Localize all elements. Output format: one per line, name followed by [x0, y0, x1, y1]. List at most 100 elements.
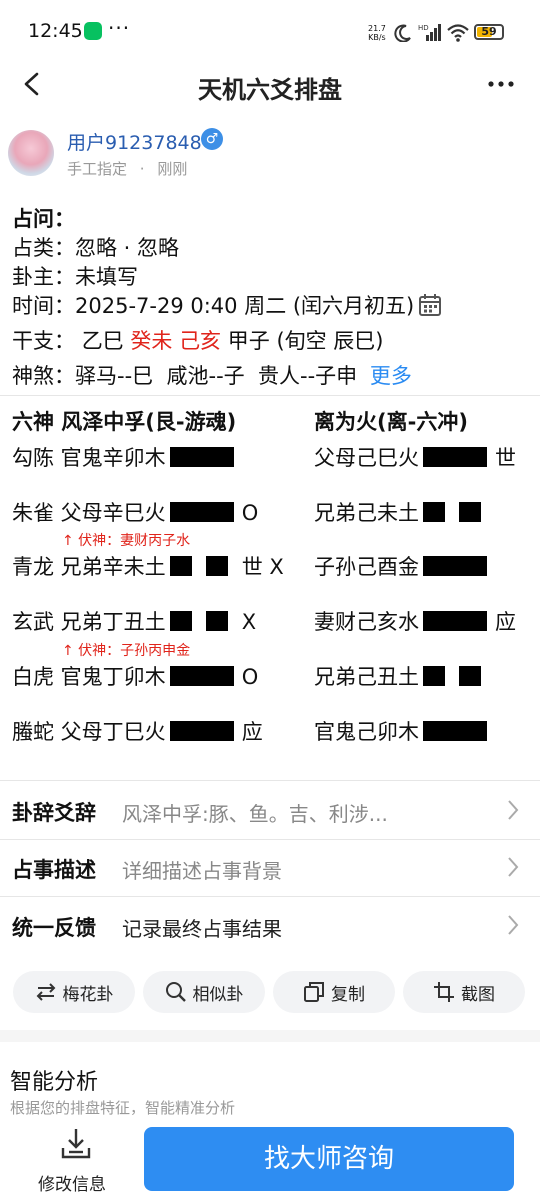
- left-yao-row: 白虎 官鬼丁卯木 O: [12, 661, 258, 691]
- yao-text: 兄弟己丑土: [314, 665, 419, 689]
- yao-text: 白虎 官鬼丁卯木: [12, 665, 166, 689]
- battery-level: 59: [481, 25, 497, 38]
- yang-line: [423, 555, 487, 579]
- ganzhi-day: 己亥: [179, 329, 222, 353]
- yao-mark: O: [241, 501, 259, 525]
- yin-line: [169, 610, 242, 634]
- yao-mark: 应: [241, 720, 263, 744]
- search-icon: [165, 982, 186, 1002]
- ganzhi-row: 干支： 乙巳 癸未 己亥 甲子 (旬空 辰巳): [12, 325, 384, 355]
- copy-label: 复制: [331, 984, 365, 1005]
- yang-line: [169, 665, 234, 689]
- chevron-right-icon: [508, 915, 519, 935]
- yao-mark: O: [241, 665, 259, 689]
- ganzhi-month: 癸未: [130, 329, 173, 353]
- yao-mark: 世: [495, 446, 516, 470]
- section-separator: [0, 1030, 540, 1042]
- menu-value: 风泽中孚:豚、鱼。吉、利涉...: [122, 802, 388, 826]
- left-yao-row: 朱雀 父母辛巳火 O: [12, 497, 258, 527]
- similar-label: 相似卦: [192, 984, 244, 1005]
- yao-text: 朱雀 父母辛巳火: [12, 501, 166, 525]
- right-yao-row: 父母己巳火 世: [314, 442, 516, 472]
- edit-info-button[interactable]: [36, 1126, 116, 1164]
- right-yao-row: 子孙己酉金: [314, 551, 495, 581]
- time-value: 2025-7-29 0:40 周二 (闰六月初五): [75, 294, 415, 318]
- yao-text: 勾陈 官鬼辛卯木: [12, 446, 166, 470]
- shensha-value: 驿马--巳 咸池--子 贵人--子申: [75, 364, 358, 388]
- menu-row-yaoci[interactable]: 卦辞爻辞 风泽中孚:豚、鱼。吉、利涉...: [0, 781, 540, 839]
- yang-line: [169, 501, 234, 525]
- more-notifications-icon: ···: [108, 16, 131, 40]
- meihua-button[interactable]: 梅花卦: [13, 971, 135, 1013]
- yao-mark: 世 X: [241, 555, 284, 579]
- ai-analysis-subtitle: 根据您的排盘特征，智能精准分析: [10, 1099, 236, 1117]
- yao-mark: 应: [495, 610, 516, 634]
- right-yao-row: 妻财己亥水 应: [314, 606, 516, 636]
- cast-time: 刚刚: [157, 160, 188, 178]
- right-yao-row: 官鬼己卯木: [314, 716, 495, 746]
- consult-master-button[interactable]: 找大师咨询: [144, 1127, 514, 1191]
- yang-line: [423, 720, 487, 744]
- right-yao-row: 兄弟己未土: [314, 497, 495, 527]
- divider: [0, 395, 540, 396]
- copy-icon: [304, 982, 324, 1002]
- menu-row-description[interactable]: 占事描述 详细描述占事背景: [0, 840, 540, 896]
- yin-line: [423, 501, 495, 525]
- similar-button[interactable]: 相似卦: [143, 971, 265, 1013]
- status-bar: 12:45 ··· 21.7 KB/s HD 59: [0, 0, 540, 64]
- moon-icon: [394, 24, 411, 42]
- battery-icon: 59: [474, 24, 504, 40]
- meihua-label: 梅花卦: [62, 984, 114, 1005]
- menu-label: 占事描述: [12, 858, 96, 882]
- yao-text: 青龙 兄弟辛未土: [12, 555, 166, 579]
- yao-text: 官鬼己卯木: [314, 720, 419, 744]
- screenshot-button[interactable]: 截图: [403, 971, 525, 1013]
- yao-text: 妻财己亥水: [314, 610, 419, 634]
- wechat-notification-icon: [84, 22, 102, 40]
- question-row: 占问：: [12, 203, 75, 233]
- shensha-more-link[interactable]: 更多: [370, 364, 412, 388]
- wifi-icon: [447, 24, 469, 42]
- chevron-right-icon: [508, 857, 519, 877]
- fushen-annotation: ↑ 伏神：子孙丙申金: [62, 643, 191, 659]
- time-row: 时间：2025-7-29 0:40 周二 (闰六月初五): [12, 290, 442, 320]
- category-value: 忽略 · 忽略: [75, 236, 180, 260]
- edit-info-label[interactable]: 修改信息: [22, 1170, 122, 1195]
- menu-row-feedback[interactable]: 统一反馈 记录最终占事结果: [0, 897, 540, 955]
- question-label: 占问：: [12, 207, 75, 231]
- fushen-annotation: ↑ 伏神：妻财丙子水: [62, 533, 191, 549]
- user-subtitle: 手工指定 · 刚刚: [67, 158, 187, 179]
- status-time: 12:45: [28, 20, 83, 42]
- left-yao-row: 螣蛇 父母丁巳火 应: [12, 716, 263, 746]
- yang-line: [423, 610, 487, 634]
- ganzhi-hour: 甲子: [227, 329, 270, 353]
- copy-button[interactable]: 复制: [273, 971, 395, 1013]
- gender-male-icon: ♂: [201, 128, 223, 150]
- yang-line: [423, 446, 487, 470]
- yao-text: 父母己巳火: [314, 446, 419, 470]
- avatar[interactable]: [8, 130, 54, 176]
- network-speed: 21.7 KB/s: [368, 24, 386, 42]
- chevron-right-icon: [508, 800, 519, 820]
- yin-line: [169, 555, 242, 579]
- ganzhi-label: 干支：: [12, 329, 75, 353]
- owner-row: 卦主：未填写: [12, 261, 138, 291]
- more-options-icon[interactable]: [488, 80, 514, 88]
- time-label: 时间：: [12, 294, 75, 318]
- network-speed-value: 21.7: [368, 24, 386, 33]
- user-name: 用户91237848: [67, 132, 202, 154]
- calendar-icon[interactable]: [418, 293, 442, 317]
- owner-value: 未填写: [75, 265, 138, 289]
- shensha-row: 神煞：驿马--巳 咸池--子 贵人--子申 更多: [12, 360, 412, 390]
- menu-label: 统一反馈: [12, 916, 96, 940]
- yao-text: 玄武 兄弟丁丑土: [12, 610, 166, 634]
- network-speed-unit: KB/s: [368, 33, 386, 42]
- shensha-label: 神煞：: [12, 364, 75, 388]
- crop-icon: [434, 982, 454, 1002]
- signal-icon: HD: [418, 24, 441, 41]
- owner-label: 卦主：: [12, 265, 75, 289]
- yao-text: 兄弟己未土: [314, 501, 419, 525]
- yin-line: [423, 665, 495, 689]
- yang-line: [169, 446, 234, 470]
- yang-line: [169, 720, 234, 744]
